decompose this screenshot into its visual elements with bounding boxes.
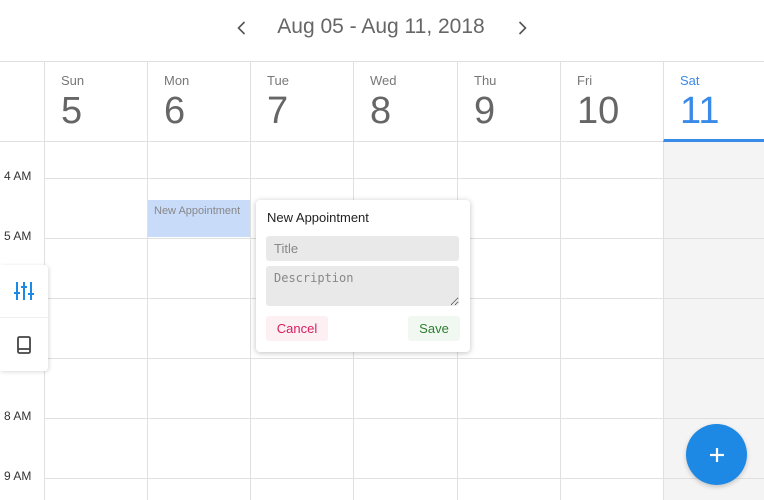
day-name: Tue: [267, 73, 289, 88]
save-button[interactable]: Save: [408, 316, 460, 341]
new-appointment-popup: New Appointment Cancel Save: [256, 200, 470, 352]
day-column[interactable]: [147, 142, 250, 500]
day-date: 8: [370, 90, 392, 132]
day-header-mon[interactable]: Mon 6: [147, 62, 250, 142]
day-name: Sat: [680, 73, 700, 88]
day-header-fri[interactable]: Fri 10: [560, 62, 663, 142]
book-button[interactable]: [0, 318, 48, 371]
day-date: 10: [577, 90, 620, 132]
day-name: Mon: [164, 73, 190, 88]
day-header-sat[interactable]: Sat 11: [663, 62, 764, 142]
popup-title: New Appointment: [267, 210, 369, 225]
date-navigator: Aug 05 - Aug 11, 2018: [0, 0, 764, 62]
day-name: Wed: [370, 73, 397, 88]
add-appointment-button[interactable]: [686, 424, 747, 485]
day-column[interactable]: [44, 142, 147, 500]
appointment-block[interactable]: New Appointment: [148, 200, 250, 237]
description-input[interactable]: [266, 266, 459, 306]
day-header-sun[interactable]: Sun 5: [44, 62, 147, 142]
day-date: 7: [267, 90, 289, 132]
day-date: 11: [680, 90, 720, 132]
time-label: 5 AM: [4, 229, 32, 243]
side-toolbar: [0, 265, 48, 371]
day-date: 5: [61, 90, 83, 132]
hour-line: [45, 478, 764, 479]
day-header-wed[interactable]: Wed 8: [353, 62, 457, 142]
sliders-icon: [14, 282, 34, 300]
cancel-button[interactable]: Cancel: [266, 316, 328, 341]
day-date: 6: [164, 90, 186, 132]
day-name: Fri: [577, 73, 593, 88]
time-label: 9 AM: [4, 469, 32, 483]
hour-line: [45, 418, 764, 419]
day-name: Sun: [61, 73, 85, 88]
filter-button[interactable]: [0, 265, 48, 318]
time-label: 8 AM: [4, 409, 32, 423]
chevron-right-icon: [518, 21, 527, 35]
day-date: 9: [474, 90, 496, 132]
next-week-button[interactable]: [508, 14, 536, 42]
day-name: Thu: [474, 73, 497, 88]
day-column[interactable]: [560, 142, 663, 500]
hour-line: [45, 178, 764, 179]
chevron-left-icon: [237, 21, 246, 35]
date-range-label: Aug 05 - Aug 11, 2018: [277, 15, 485, 38]
book-icon: [17, 335, 31, 354]
title-input[interactable]: [266, 236, 459, 261]
day-column[interactable]: [457, 142, 560, 500]
time-label: 4 AM: [4, 169, 32, 183]
previous-week-button[interactable]: [228, 14, 256, 42]
hour-line: [45, 358, 764, 359]
week-header: Sun 5 Mon 6 Tue 7 Wed 8 Thu 9 Fri 10 Sat…: [0, 62, 764, 142]
day-header-tue[interactable]: Tue 7: [250, 62, 353, 142]
day-header-thu[interactable]: Thu 9: [457, 62, 560, 142]
plus-icon: [709, 447, 724, 462]
